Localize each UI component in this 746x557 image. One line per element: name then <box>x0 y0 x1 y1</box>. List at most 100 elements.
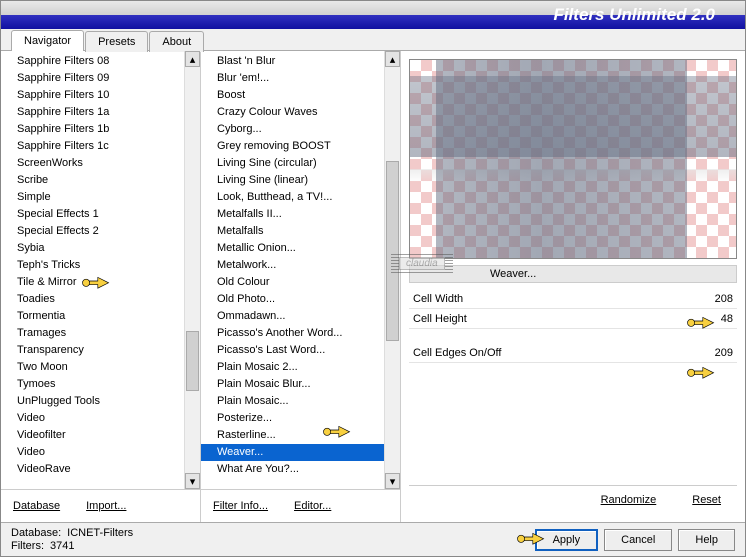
list-item[interactable]: Scribe <box>1 172 184 189</box>
list-item[interactable]: Look, Butthead, a TV!... <box>201 189 384 206</box>
list-item[interactable]: Sapphire Filters 1b <box>1 121 184 138</box>
parameter-list: Cell Width208Cell Height48 Cell Edges On/… <box>409 289 737 363</box>
scroll-thumb[interactable] <box>186 331 199 391</box>
scroll-down-icon[interactable]: ▾ <box>185 473 200 489</box>
scroll-thumb[interactable] <box>386 161 399 341</box>
randomize-button[interactable]: Randomize <box>593 492 665 508</box>
list-item[interactable]: Teph's Tricks <box>1 257 184 274</box>
tab-navigator[interactable]: Navigator <box>11 30 84 51</box>
filters-count-value: 3741 <box>50 540 74 552</box>
preview-button-row: Randomize Reset <box>409 485 737 514</box>
param-label: Cell Height <box>413 313 697 325</box>
list-item[interactable]: Posterize... <box>201 410 384 427</box>
list-item[interactable]: Tymoes <box>1 376 184 393</box>
param-row[interactable]: Cell Height48 <box>409 309 737 329</box>
import-button[interactable]: Import... <box>78 498 134 514</box>
category-panel: Sapphire Filters 08Sapphire Filters 09Sa… <box>1 51 201 522</box>
scroll-up-icon[interactable]: ▴ <box>185 51 200 67</box>
list-item[interactable]: Transparency <box>1 342 184 359</box>
footer: Database: ICNET-Filters Filters: 3741 Appl… <box>1 522 745 556</box>
list-item[interactable]: Boost <box>201 87 384 104</box>
list-item[interactable]: Weaver... <box>201 444 384 461</box>
database-button[interactable]: Database <box>5 498 68 514</box>
app-window: Filters Unlimited 2.0 Navigator Presets … <box>0 0 746 557</box>
list-item[interactable]: Special Effects 1 <box>1 206 184 223</box>
list-item[interactable]: Special Effects 2 <box>1 223 184 240</box>
list-item[interactable]: Sapphire Filters 08 <box>1 53 184 70</box>
list-item[interactable]: Plain Mosaic... <box>201 393 384 410</box>
tab-strip: Navigator Presets About <box>1 29 745 50</box>
param-label: Cell Width <box>413 293 697 305</box>
category-scrollbar[interactable]: ▴ ▾ <box>184 51 200 489</box>
list-item[interactable]: Blast 'n Blur <box>201 53 384 70</box>
db-value: ICNET-Filters <box>67 527 133 539</box>
list-item[interactable]: Rasterline... <box>201 427 384 444</box>
list-item[interactable]: What Are You?... <box>201 461 384 478</box>
list-item[interactable]: VideoRave <box>1 461 184 478</box>
current-filter-name: Weaver... <box>490 268 536 280</box>
list-item[interactable]: Sapphire Filters 10 <box>1 87 184 104</box>
list-item[interactable]: Tile & Mirror <box>1 274 184 291</box>
preview-panel: Weaver... Cell Width208Cell Height48Cell… <box>401 51 745 522</box>
list-item[interactable]: Videofilter <box>1 427 184 444</box>
param-label: Cell Edges On/Off <box>413 347 697 359</box>
cancel-button[interactable]: Cancel <box>604 529 672 551</box>
list-item[interactable]: Metalfalls II... <box>201 206 384 223</box>
filter-panel: Blast 'n BlurBlur 'em!...BoostCrazy Colo… <box>201 51 401 522</box>
footer-buttons: Apply Cancel Help <box>535 529 735 551</box>
list-item[interactable]: Crazy Colour Waves <box>201 104 384 121</box>
list-item[interactable]: Metallic Onion... <box>201 240 384 257</box>
reset-button[interactable]: Reset <box>684 492 729 508</box>
list-item[interactable]: Cyborg... <box>201 121 384 138</box>
list-item[interactable]: Toadies <box>1 291 184 308</box>
list-item[interactable]: Sybia <box>1 240 184 257</box>
tab-presets[interactable]: Presets <box>85 31 148 52</box>
client-area: Sapphire Filters 08Sapphire Filters 09Sa… <box>1 50 745 522</box>
list-item[interactable]: Tramages <box>1 325 184 342</box>
list-item[interactable]: Picasso's Last Word... <box>201 342 384 359</box>
list-item[interactable]: Living Sine (circular) <box>201 155 384 172</box>
list-item[interactable]: Sapphire Filters 1a <box>1 104 184 121</box>
list-item[interactable]: Video <box>1 410 184 427</box>
list-item[interactable]: Simple <box>1 189 184 206</box>
scroll-up-icon[interactable]: ▴ <box>385 51 400 67</box>
list-item[interactable]: Metalfalls <box>201 223 384 240</box>
list-item[interactable]: Plain Mosaic Blur... <box>201 376 384 393</box>
filter-list[interactable]: Blast 'n BlurBlur 'em!...BoostCrazy Colo… <box>201 51 384 489</box>
list-item[interactable]: Ommadawn... <box>201 308 384 325</box>
list-item[interactable]: UnPlugged Tools <box>1 393 184 410</box>
filter-info-button[interactable]: Filter Info... <box>205 498 276 514</box>
help-button[interactable]: Help <box>678 529 735 551</box>
watermark: claudia <box>391 253 453 273</box>
preview-overlay <box>410 60 736 258</box>
db-label: Database: <box>11 527 61 539</box>
list-item[interactable]: Blur 'em!... <box>201 70 384 87</box>
list-item[interactable]: Two Moon <box>1 359 184 376</box>
list-item[interactable]: Tormentia <box>1 308 184 325</box>
list-item[interactable]: Living Sine (linear) <box>201 172 384 189</box>
apply-button[interactable]: Apply <box>535 529 599 551</box>
scroll-down-icon[interactable]: ▾ <box>385 473 400 489</box>
filter-button-row: Filter Info... Editor... <box>201 489 400 522</box>
preview-image <box>409 59 737 259</box>
list-item[interactable]: Old Photo... <box>201 291 384 308</box>
editor-button[interactable]: Editor... <box>286 498 339 514</box>
list-item[interactable]: Grey removing BOOST <box>201 138 384 155</box>
param-row[interactable]: Cell Width208 <box>409 289 737 309</box>
list-item[interactable]: Old Colour <box>201 274 384 291</box>
list-item[interactable]: Metalwork... <box>201 257 384 274</box>
list-item[interactable]: Video <box>1 444 184 461</box>
list-item[interactable]: Sapphire Filters 09 <box>1 70 184 87</box>
list-item[interactable]: Plain Mosaic 2... <box>201 359 384 376</box>
app-title: Filters Unlimited 2.0 <box>553 5 715 25</box>
list-item[interactable]: Sapphire Filters 1c <box>1 138 184 155</box>
list-item[interactable]: Picasso's Another Word... <box>201 325 384 342</box>
title-bar: Filters Unlimited 2.0 <box>1 1 745 29</box>
filter-name-bar: Weaver... <box>409 265 737 283</box>
param-row[interactable]: Cell Edges On/Off209 <box>409 343 737 363</box>
param-value: 209 <box>697 347 733 359</box>
tab-about[interactable]: About <box>149 31 204 52</box>
filters-count-label: Filters: <box>11 540 44 552</box>
category-list[interactable]: Sapphire Filters 08Sapphire Filters 09Sa… <box>1 51 184 489</box>
list-item[interactable]: ScreenWorks <box>1 155 184 172</box>
